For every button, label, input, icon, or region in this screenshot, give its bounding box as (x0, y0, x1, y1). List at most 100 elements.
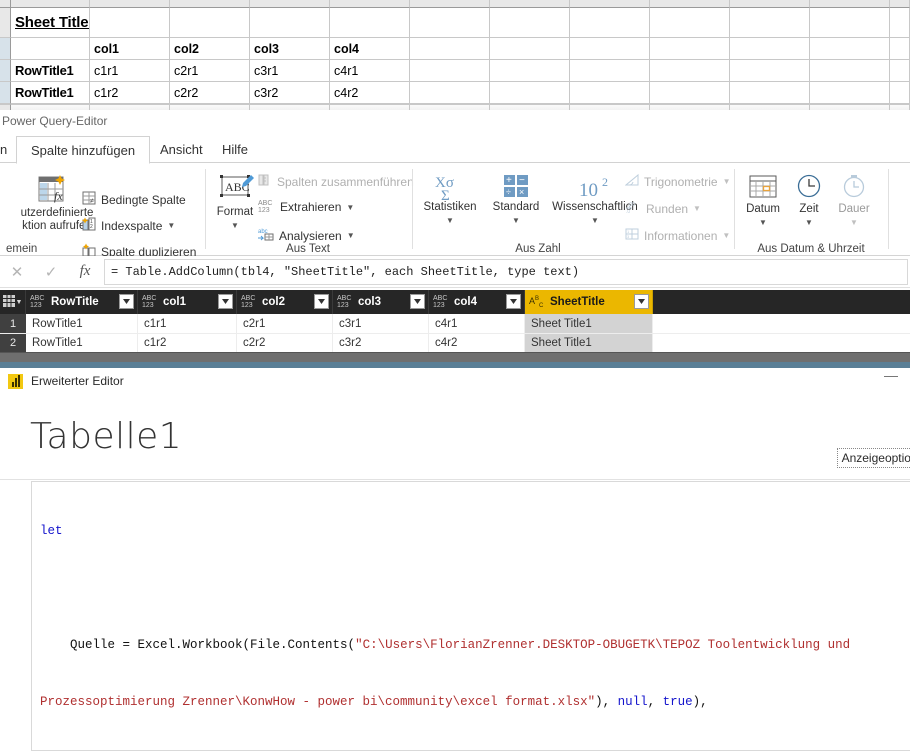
formula-input[interactable]: = Table.AddColumn(tbl4, "SheetTitle", ea… (104, 258, 908, 285)
excel-data-cell[interactable]: c3r1 (250, 60, 330, 82)
datum-button[interactable]: Datum ▼ (739, 173, 787, 229)
accept-icon[interactable]: ✓ (34, 263, 68, 281)
excel-colheader-cell[interactable]: col3 (250, 38, 330, 60)
excel-data-cell[interactable]: c1r1 (90, 60, 170, 82)
chevron-down-icon[interactable]: ▼ (789, 216, 829, 229)
excel-cell[interactable] (810, 8, 890, 38)
bedingte-spalte-item[interactable]: ≠ Bedingte Spalte (82, 191, 186, 208)
table-row[interactable]: 2 RowTitle1 c1r2 c2r2 c3r2 c4r2 Sheet Ti… (0, 333, 910, 352)
excel-col-header-e[interactable] (330, 0, 410, 8)
excel-data-cell[interactable]: c2r1 (170, 60, 250, 82)
excel-col-header-h[interactable] (570, 0, 650, 8)
filter-button[interactable] (218, 294, 233, 309)
chevron-down-icon[interactable]: ▼ (346, 203, 354, 212)
excel-cell[interactable] (890, 8, 910, 38)
cell-col2[interactable]: c2r2 (237, 334, 333, 352)
excel-data-cell[interactable]: c4r1 (330, 60, 410, 82)
excel-cell[interactable] (330, 8, 410, 38)
excel-rowtitle-cell[interactable]: RowTitle1 (11, 60, 90, 82)
column-header-col2[interactable]: ABC 123 col2 (237, 290, 333, 314)
excel-colheader-cell[interactable]: col1 (90, 38, 170, 60)
excel-col-header-l[interactable] (890, 0, 910, 8)
cell-col4[interactable]: c4r2 (429, 334, 525, 352)
excel-data-cell[interactable]: c1r2 (90, 82, 170, 104)
excel-data-cell[interactable]: c2r2 (170, 82, 250, 104)
cell-col2[interactable]: c2r1 (237, 314, 333, 333)
chevron-down-icon[interactable]: ▼ (212, 219, 258, 232)
excel-row-header-1[interactable] (0, 8, 11, 38)
cell-col1[interactable]: c1r2 (138, 334, 237, 352)
excel-rowtitle-cell[interactable]: RowTitle1 (11, 82, 90, 104)
excel-cell[interactable] (810, 60, 890, 82)
column-header-sheettitle[interactable]: ABC SheetTitle (525, 290, 653, 314)
tab-ansicht[interactable]: Ansicht (146, 136, 217, 163)
excel-cell[interactable] (250, 8, 330, 38)
excel-cell[interactable] (570, 82, 650, 104)
column-header-col3[interactable]: ABC 123 col3 (333, 290, 429, 314)
chevron-down-icon[interactable]: ▼ (347, 231, 355, 240)
excel-col-header-d[interactable] (250, 0, 330, 8)
filter-button[interactable] (506, 294, 521, 309)
excel-cell[interactable] (650, 8, 730, 38)
filter-button[interactable] (119, 294, 134, 309)
excel-cell[interactable] (570, 38, 650, 60)
statistiken-button[interactable]: Χσ Σ Statistiken ▼ (417, 171, 483, 227)
excel-cell[interactable] (730, 8, 810, 38)
chevron-down-icon[interactable]: ▼ (485, 214, 547, 227)
excel-cell[interactable] (810, 38, 890, 60)
cell-rowtitle[interactable]: RowTitle1 (26, 334, 138, 352)
excel-col-header-f[interactable] (410, 0, 490, 8)
column-header-col4[interactable]: ABC 123 col4 (429, 290, 525, 314)
excel-sheet-title-cell[interactable]: Sheet Title1 (11, 8, 90, 38)
select-all-columns-button[interactable]: ▼ (0, 290, 26, 314)
chevron-down-icon[interactable]: ▼ (16, 299, 23, 306)
extrahieren-item[interactable]: ABC 123 Extrahieren ▼ (258, 200, 354, 214)
excel-corner-cell[interactable] (0, 0, 11, 8)
spalten-zusammenfuehren-item[interactable]: Spalten zusammenführen (258, 173, 414, 190)
cell-rowtitle[interactable]: RowTitle1 (26, 314, 138, 333)
excel-cell[interactable] (890, 38, 910, 60)
excel-colheader-cell[interactable]: col4 (330, 38, 410, 60)
excel-cell[interactable] (410, 38, 490, 60)
excel-col-header-j[interactable] (730, 0, 810, 8)
trigonometrie-item[interactable]: Trigonometrie ▼ (624, 173, 731, 190)
cell-col1[interactable]: c1r1 (138, 314, 237, 333)
filter-button[interactable] (634, 294, 649, 309)
runden-item[interactable]: .00.0 Runden ▼ (625, 200, 701, 217)
excel-cell[interactable] (90, 8, 170, 38)
excel-cell[interactable] (890, 82, 910, 104)
excel-row-header-2[interactable] (0, 38, 11, 60)
excel-row-header-3[interactable] (0, 60, 11, 82)
excel-cell[interactable] (410, 8, 490, 38)
chevron-down-icon[interactable]: ▼ (831, 216, 877, 229)
excel-col-header-k[interactable] (810, 0, 890, 8)
chevron-down-icon[interactable]: ▼ (722, 231, 730, 240)
excel-cell[interactable] (490, 82, 570, 104)
table-row[interactable]: 1 RowTitle1 c1r1 c2r1 c3r1 c4r1 Sheet Ti… (0, 314, 910, 333)
excel-row-header-4[interactable] (0, 82, 11, 104)
chevron-down-icon[interactable]: ▼ (723, 177, 731, 186)
excel-cell[interactable] (570, 8, 650, 38)
zeit-button[interactable]: Zeit ▼ (789, 173, 829, 229)
chevron-down-icon[interactable]: ▼ (417, 214, 483, 227)
excel-cell[interactable] (650, 38, 730, 60)
excel-cell[interactable] (890, 60, 910, 82)
cell-sheettitle[interactable]: Sheet Title1 (525, 314, 653, 333)
excel-data-cell[interactable]: c3r2 (250, 82, 330, 104)
fx-icon[interactable]: fx (68, 263, 102, 280)
analysieren-item[interactable]: abc Analysieren ▼ (258, 227, 355, 244)
format-button[interactable]: ABC Format ▼ (212, 173, 258, 232)
minimize-button[interactable] (884, 376, 898, 377)
filter-button[interactable] (314, 294, 329, 309)
excel-cell[interactable] (490, 8, 570, 38)
excel-cell[interactable] (170, 8, 250, 38)
excel-cell[interactable] (570, 60, 650, 82)
excel-cell[interactable] (730, 60, 810, 82)
excel-cell[interactable] (810, 82, 890, 104)
indexspalte-item[interactable]: 12 Indexspalte ▼ (82, 217, 175, 234)
cell-col4[interactable]: c4r1 (429, 314, 525, 333)
dauer-button[interactable]: Dauer ▼ (831, 173, 877, 229)
excel-cell[interactable] (490, 60, 570, 82)
cancel-icon[interactable]: ✕ (0, 263, 34, 281)
excel-col-header-b[interactable] (90, 0, 170, 8)
